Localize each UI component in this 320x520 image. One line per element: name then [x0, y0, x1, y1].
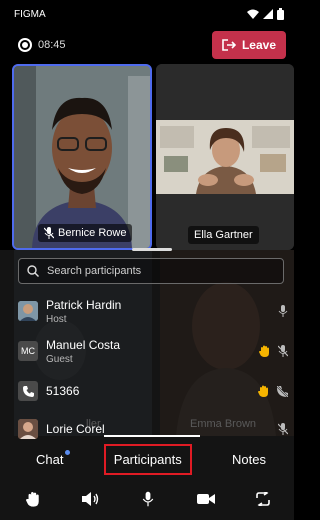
- meeting-tabs: Chat Participants Notes: [0, 440, 294, 478]
- avatar: [18, 301, 38, 321]
- tile-name: Bernice Rowe: [58, 227, 127, 239]
- avatar-photo: [18, 301, 38, 321]
- unread-indicator: [65, 449, 71, 455]
- switch-camera-icon: [256, 492, 270, 506]
- participant-video: [14, 66, 150, 248]
- participant-name: Manuel Costa: [46, 337, 121, 352]
- leave-icon: [222, 39, 236, 51]
- search-placeholder: Search participants: [47, 265, 142, 277]
- tab-indicator: [104, 435, 200, 437]
- participant-info: 51366: [46, 384, 258, 398]
- phone-off-icon: [277, 385, 288, 397]
- mic-icon: [142, 491, 154, 507]
- call-timer: 08:45: [18, 38, 66, 52]
- avatar-photo: [18, 419, 38, 439]
- participant-role: Host: [46, 313, 67, 325]
- signal-icon: [263, 9, 273, 19]
- mic-off-icon: [278, 423, 288, 435]
- tab-notes-label: Notes: [232, 451, 266, 467]
- avatar-initials: MC: [21, 346, 35, 356]
- participant-name: 51366: [46, 384, 80, 398]
- sheet-drag-handle[interactable]: [132, 248, 172, 251]
- mic-off-icon: [44, 227, 54, 239]
- mic-off-icon: [278, 345, 288, 357]
- participant-row-patrick[interactable]: Patrick Hardin Host: [18, 294, 288, 328]
- raised-hand-icon: [258, 385, 268, 397]
- participant-status: [258, 385, 288, 397]
- raised-hand-icon: [259, 345, 269, 357]
- leave-label: Leave: [241, 38, 276, 52]
- participant-role: Guest: [46, 353, 73, 365]
- carrier-label: FIGMA: [14, 8, 46, 20]
- avatar: [18, 381, 38, 401]
- call-controls: [0, 484, 294, 514]
- raise-hand-button[interactable]: [22, 488, 44, 510]
- participant-info: Patrick Hardin Host: [46, 298, 278, 325]
- status-bar: FIGMA: [0, 0, 294, 28]
- participant-info: Lorie Corel: [46, 422, 278, 436]
- tile-label: Ella Gartner: [188, 226, 259, 244]
- tab-notes[interactable]: Notes: [232, 452, 266, 467]
- speaker-icon: [81, 492, 98, 506]
- tile-name: Ella Gartner: [194, 229, 253, 241]
- video-tile-bernice[interactable]: Bernice Rowe: [12, 64, 152, 250]
- recording-icon: [18, 38, 32, 52]
- raise-hand-icon: [26, 492, 39, 507]
- video-grid: Bernice Rowe Ella Gartner: [12, 64, 294, 250]
- participant-row-manuel[interactable]: MC Manuel Costa Guest: [18, 334, 288, 368]
- mic-icon: [278, 305, 288, 317]
- wifi-icon: [247, 9, 259, 19]
- participant-name: Patrick Hardin: [46, 297, 122, 312]
- tab-participants-label: Participants: [113, 451, 182, 467]
- participant-status: [278, 423, 288, 435]
- leave-button[interactable]: Leave: [211, 31, 286, 59]
- participant-video: [156, 64, 294, 250]
- tab-chat-label: Chat: [36, 451, 64, 467]
- speaker-button[interactable]: [80, 488, 102, 510]
- participant-name: Lorie Corel: [46, 422, 105, 436]
- participant-status: [278, 305, 288, 317]
- tab-chat[interactable]: Chat: [36, 449, 71, 467]
- camera-button[interactable]: [195, 488, 217, 510]
- search-participants-input[interactable]: Search participants: [18, 258, 284, 284]
- tile-label: Bernice Rowe: [38, 224, 133, 242]
- status-icons: [247, 8, 284, 20]
- phone-icon: [22, 385, 34, 397]
- avatar: MC: [18, 341, 38, 361]
- participant-row-phone[interactable]: 51366: [18, 374, 288, 408]
- search-icon: [27, 265, 39, 277]
- battery-icon: [277, 8, 284, 20]
- participant-info: Manuel Costa Guest: [46, 338, 259, 365]
- mic-button[interactable]: [137, 488, 159, 510]
- video-tile-ella[interactable]: Ella Gartner: [156, 64, 294, 250]
- call-duration: 08:45: [38, 39, 66, 51]
- call-header: 08:45 Leave: [0, 30, 294, 60]
- tab-participants[interactable]: Participants: [103, 443, 192, 475]
- switch-camera-button[interactable]: [252, 488, 274, 510]
- avatar: [18, 419, 38, 439]
- participant-status: [259, 345, 288, 357]
- camera-icon: [196, 494, 215, 504]
